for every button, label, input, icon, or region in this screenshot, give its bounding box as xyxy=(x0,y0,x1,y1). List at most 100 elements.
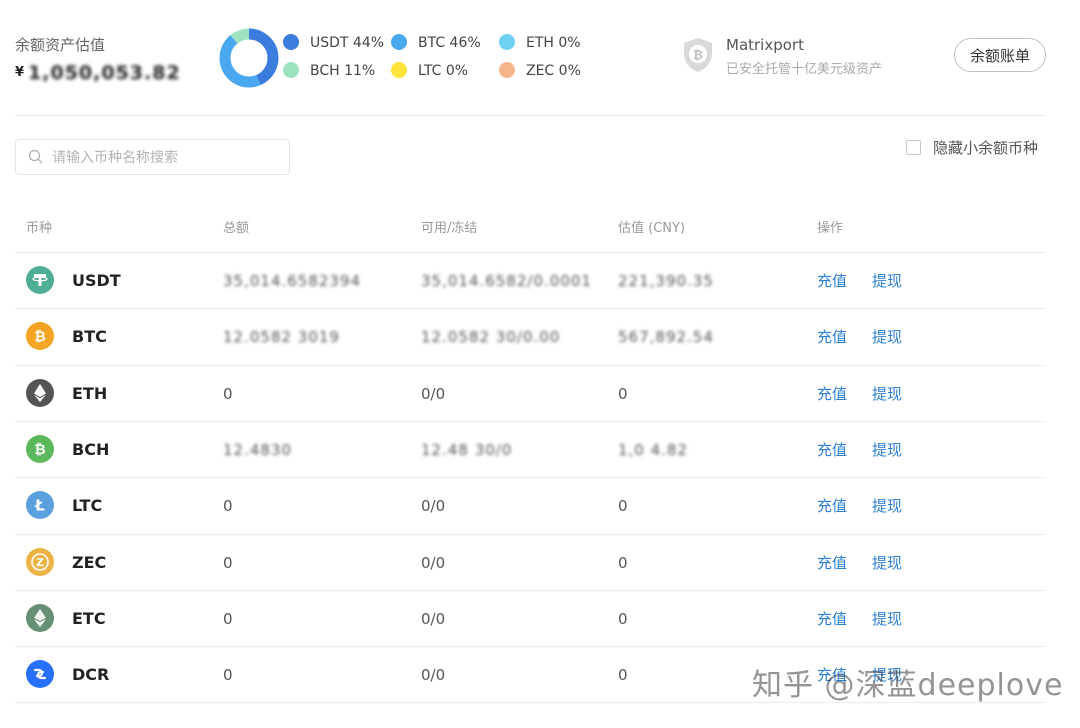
deposit-link[interactable]: 充值 xyxy=(817,309,847,365)
estimate-cny: 221,390.35 xyxy=(618,272,714,290)
legend-item: ZEC 0% xyxy=(499,62,581,79)
table-row: ETC 0 0/0 0 充值 提现 xyxy=(15,589,1046,647)
withdraw-link[interactable]: 提现 xyxy=(872,422,902,478)
estimate-cny: 0 xyxy=(618,384,628,403)
coin-name: ZEC xyxy=(72,552,107,572)
svg-text:₿: ₿ xyxy=(693,48,703,62)
table-row: Ł LTC 0 0/0 0 充值 提现 xyxy=(15,477,1046,533)
coin-name: ETC xyxy=(72,608,106,628)
legend-label: BTC 46% xyxy=(418,35,481,51)
estimate-cny: 567,892.54 xyxy=(618,328,714,347)
legend-label: USDT 44% xyxy=(310,35,385,51)
legend-dot xyxy=(499,62,515,78)
deposit-link[interactable]: 充值 xyxy=(817,591,847,647)
balance-ledger-button[interactable]: 余额账单 xyxy=(954,38,1046,72)
coin-search-input[interactable] xyxy=(52,146,282,170)
coin-name: USDT xyxy=(72,271,121,290)
svg-text:Ł: Ł xyxy=(34,497,45,515)
available-frozen-amount: 12.0582 30/0.00 xyxy=(421,328,561,347)
deposit-link[interactable]: 充值 xyxy=(817,535,847,591)
legend-dot xyxy=(499,34,515,50)
deposit-link[interactable]: 充值 xyxy=(817,422,847,478)
svg-text:Z: Z xyxy=(36,555,44,568)
zcash-icon: Z xyxy=(26,547,54,576)
available-frozen-amount: 0/0 xyxy=(421,553,446,572)
bitcoin-icon: ₿ xyxy=(26,322,54,351)
legend-item: BTC 46% xyxy=(391,34,481,51)
table-row: Z ZEC 0 0/0 0 充值 提现 xyxy=(15,533,1046,591)
withdraw-link[interactable]: 提现 xyxy=(872,535,902,591)
estimate-cny: 0 xyxy=(618,609,628,628)
available-frozen-amount: 0/0 xyxy=(421,384,446,403)
legend-dot xyxy=(391,62,407,78)
bitcoin-cash-icon: ₿ xyxy=(26,434,54,463)
total-amount: 0 xyxy=(223,497,233,516)
estimate-cny: 0 xyxy=(618,497,628,516)
svg-text:₿: ₿ xyxy=(34,329,45,345)
watermark: 知乎 @深蓝deeplove xyxy=(752,668,1064,703)
withdraw-link[interactable]: 提现 xyxy=(872,366,902,422)
column-header-estimate-cny: 估值 (CNY) xyxy=(618,221,686,236)
legend-item: USDT 44% xyxy=(283,34,384,51)
table-row: USDT 35,014.6582394 35,014.6582/0.0001 221,… xyxy=(15,252,1046,308)
asset-legend: USDT 44% BTC 46% ETH 0% BCH 11% LTC 0% ZEC 0% xyxy=(283,34,593,86)
deposit-link[interactable]: 充值 xyxy=(817,253,847,309)
total-amount: 12.0582 3019 xyxy=(223,328,340,347)
hide-small-balance-checkbox[interactable] xyxy=(906,140,921,155)
decred-icon xyxy=(26,660,54,689)
column-header-actions: 操作 xyxy=(817,221,844,236)
coin-name: ETH xyxy=(72,383,108,403)
coin-name: DCR xyxy=(72,665,110,685)
balance-label: 余额资产估值 xyxy=(15,36,106,54)
legend-label: ZEC 0% xyxy=(526,63,581,79)
asset-distribution-donut xyxy=(219,28,279,88)
estimate-cny: 0 xyxy=(618,666,628,685)
header-divider xyxy=(15,115,1046,116)
balance-value: ¥1,050,053.82 xyxy=(15,62,181,84)
available-frozen-amount: 0/0 xyxy=(421,497,446,516)
table-row: ₿ BCH 12.4830 12.48 30/0 1,0 4.82 充值 提现 xyxy=(15,420,1046,478)
legend-dot xyxy=(391,34,407,50)
legend-item: LTC 0% xyxy=(391,62,468,79)
currency-symbol: ¥ xyxy=(15,65,25,80)
withdraw-link[interactable]: 提现 xyxy=(872,478,902,534)
ethereum-icon xyxy=(26,378,54,407)
legend-label: BCH 11% xyxy=(310,63,376,79)
total-amount: 0 xyxy=(223,384,233,403)
available-frozen-amount: 0/0 xyxy=(421,666,446,685)
total-amount: 35,014.6582394 xyxy=(223,272,362,290)
estimate-cny: 1,0 4.82 xyxy=(618,440,689,459)
withdraw-link[interactable]: 提现 xyxy=(872,253,902,309)
custodian-name: Matrixport xyxy=(726,36,804,54)
total-amount: 12.4830 xyxy=(223,440,293,459)
legend-item: BCH 11% xyxy=(283,62,375,79)
legend-item: ETH 0% xyxy=(499,34,581,51)
svg-text:₿: ₿ xyxy=(34,442,45,458)
column-header-coin: 币种 xyxy=(26,221,53,236)
coin-name: LTC xyxy=(72,496,103,516)
available-frozen-amount: 12.48 30/0 xyxy=(421,440,513,459)
table-row: ₿ BTC 12.0582 3019 12.0582 30/0.00 567,892.5… xyxy=(15,308,1046,364)
withdraw-link[interactable]: 提现 xyxy=(872,309,902,365)
total-amount: 0 xyxy=(223,609,233,628)
legend-label: ETH 0% xyxy=(526,35,581,51)
coin-search-box[interactable] xyxy=(15,139,290,175)
litecoin-icon: Ł xyxy=(26,491,54,520)
legend-dot xyxy=(283,62,299,78)
table-row: ETH 0 0/0 0 充值 提现 xyxy=(15,364,1046,422)
ethereum-classic-icon xyxy=(26,603,54,632)
withdraw-link[interactable]: 提现 xyxy=(872,591,902,647)
total-amount: 0 xyxy=(223,666,233,685)
available-frozen-amount: 35,014.6582/0.0001 xyxy=(421,272,592,290)
hide-small-balance-label[interactable]: 隐藏小余额币种 xyxy=(933,137,1038,158)
balance-amount: 1,050,053.82 xyxy=(28,62,181,84)
deposit-link[interactable]: 充值 xyxy=(817,366,847,422)
total-amount: 0 xyxy=(223,553,233,572)
legend-dot xyxy=(283,34,299,50)
estimate-cny: 0 xyxy=(618,553,628,572)
tether-icon xyxy=(26,266,54,294)
legend-label: LTC 0% xyxy=(418,63,469,79)
column-header-available-frozen: 可用/冻结 xyxy=(421,221,478,236)
deposit-link[interactable]: 充值 xyxy=(817,478,847,534)
available-frozen-amount: 0/0 xyxy=(421,609,446,628)
